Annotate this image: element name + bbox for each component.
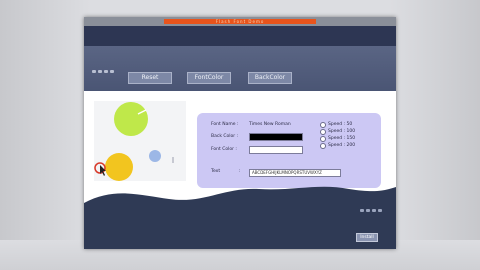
window-title: Flash Font Demo	[164, 19, 316, 24]
footer-bar: Install	[84, 209, 396, 249]
font-color-button[interactable]: FontColor	[187, 72, 231, 84]
install-button[interactable]: Install	[356, 233, 378, 242]
content-area: Font Name : Times New Roman Back Color :…	[84, 91, 396, 221]
left-vignette	[0, 0, 90, 270]
back-color-button[interactable]: BackColor	[248, 72, 292, 84]
header-band	[84, 26, 396, 46]
right-vignette	[390, 0, 480, 270]
app-window: Flash Font Demo Reset FontColor BackColo…	[84, 17, 396, 249]
title-bar: Flash Font Demo	[84, 17, 396, 26]
footer-dots	[360, 209, 382, 212]
toolbar: Reset FontColor BackColor	[84, 46, 396, 91]
reset-button[interactable]: Reset	[128, 72, 172, 84]
wave-shape	[84, 186, 396, 221]
toolbar-dots	[92, 70, 116, 74]
